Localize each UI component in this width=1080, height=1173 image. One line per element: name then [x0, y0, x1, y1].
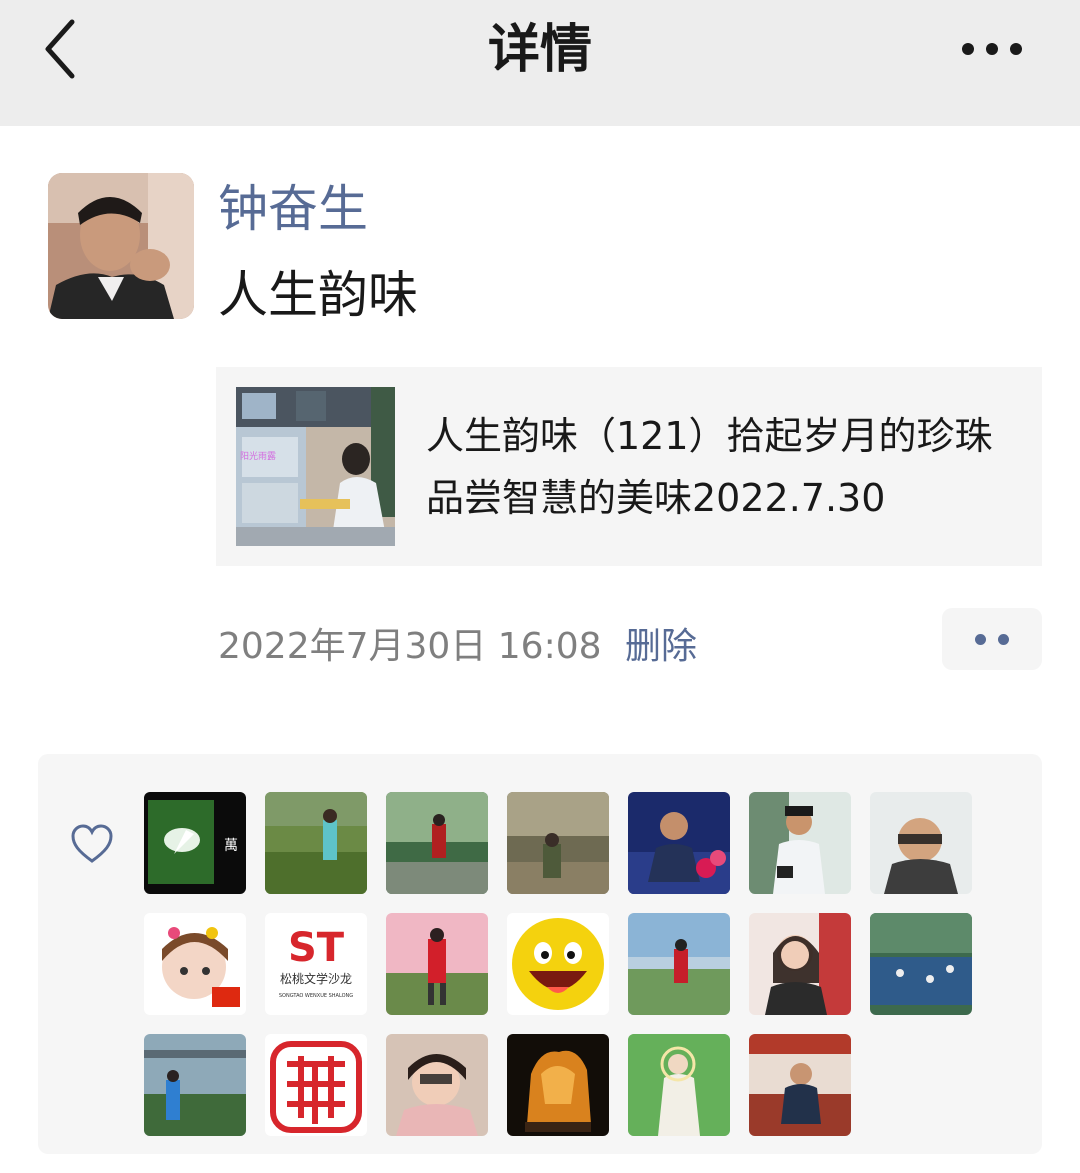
like-avatar-12[interactable] — [628, 913, 730, 1015]
like-avatar-13[interactable] — [749, 913, 851, 1015]
more-button[interactable] — [952, 24, 1032, 74]
thumbnail-overlay-text: 阳光雨露 — [240, 450, 276, 462]
like-avatar-17[interactable] — [386, 1034, 488, 1136]
like-avatar-14[interactable] — [870, 913, 972, 1015]
post-timestamp: 2022年7月30日 16:08 — [218, 626, 602, 667]
like-avatar-2[interactable] — [265, 792, 367, 894]
like-avatar-20[interactable] — [749, 1034, 851, 1136]
link-thumbnail: 阳光雨露 — [236, 387, 395, 546]
like-avatar-19[interactable] — [628, 1034, 730, 1136]
author-avatar[interactable] — [48, 173, 194, 319]
dot-icon — [998, 634, 1009, 645]
svg-text:SONGTAO WENXUE SHALONG: SONGTAO WENXUE SHALONG — [279, 993, 353, 999]
page-title: 详情 — [487, 20, 592, 80]
more-horizontal-icon — [962, 43, 1022, 55]
like-avatar-8[interactable] — [144, 913, 246, 1015]
link-title: 人生韵味（121）拾起岁月的珍珠 品尝智慧的美味2022.7.30 — [426, 414, 993, 520]
like-avatar-5[interactable] — [628, 792, 730, 894]
like-avatar-18[interactable] — [507, 1034, 609, 1136]
svg-text:萬: 萬 — [224, 838, 238, 854]
like-avatar-1[interactable]: 萬 — [144, 792, 246, 894]
like-avatar-4[interactable] — [507, 792, 609, 894]
like-avatar-9[interactable]: ST 松桃文学沙龙 SONGTAO WENXUE SHALONG — [265, 913, 367, 1015]
post-text: 人生韵味 — [218, 266, 418, 324]
dot-icon — [975, 634, 986, 645]
author-photo — [48, 173, 194, 319]
author-name[interactable]: 钟奋生 — [218, 178, 368, 240]
like-avatar-3[interactable] — [386, 792, 488, 894]
delete-button[interactable]: 删除 — [625, 622, 697, 672]
svg-text:ST: ST — [288, 925, 345, 971]
shared-link-card[interactable]: 阳光雨露 人生韵味（121）拾起岁月的珍珠 品尝智慧的美味2022.7.30 — [216, 367, 1042, 566]
heart-icon — [70, 823, 114, 867]
like-avatar-6[interactable] — [749, 792, 851, 894]
like-avatar-11[interactable] — [507, 913, 609, 1015]
like-avatar-10[interactable] — [386, 913, 488, 1015]
like-avatar-15[interactable] — [144, 1034, 246, 1136]
comment-like-menu-button[interactable] — [942, 608, 1042, 670]
like-avatar-7[interactable] — [870, 792, 972, 894]
like-avatar-16[interactable] — [265, 1034, 367, 1136]
link-thumbnail-image: 阳光雨露 — [236, 387, 395, 546]
nav-bar: 详情 — [0, 0, 1080, 126]
svg-text:松桃文学沙龙: 松桃文学沙龙 — [280, 971, 352, 986]
